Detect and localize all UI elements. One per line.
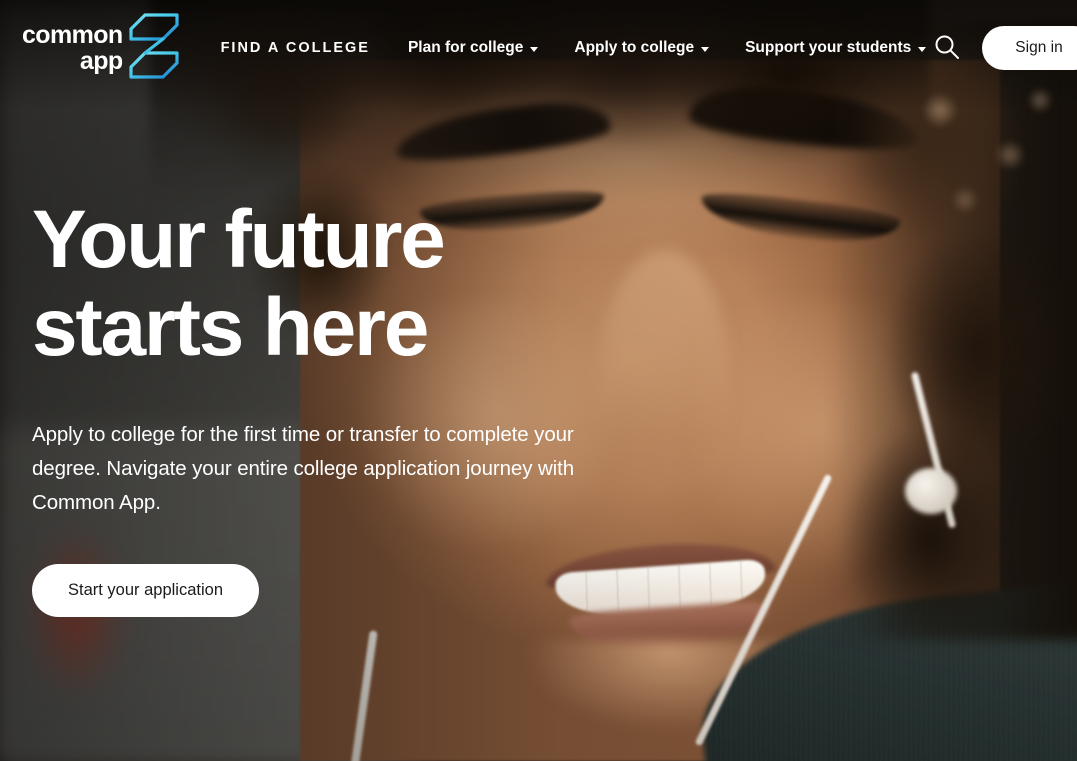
common-app-homepage: common app FIND A COLLEGE Plan for colle… <box>0 0 1077 761</box>
site-header: common app FIND A COLLEGE Plan for colle… <box>0 0 1077 96</box>
hero-subtitle: Apply to college for the first time or t… <box>32 423 575 514</box>
nav-item-plan-for-college[interactable]: Plan for college <box>407 33 539 63</box>
logo-word-app: app <box>79 46 123 75</box>
chevron-down-icon <box>918 47 927 52</box>
hero-title: Your future starts here <box>32 196 652 372</box>
common-app-ribbon-logo-icon <box>127 12 183 85</box>
hero-title-line-2: starts here <box>32 282 429 373</box>
hero-title-line-1: Your future <box>32 194 446 285</box>
header-actions: Sign in <box>926 26 1077 70</box>
nav-label-plan-for-college: Plan for college <box>407 39 524 56</box>
search-button[interactable] <box>926 27 968 69</box>
hero-section: Your future starts here Apply to college… <box>32 196 652 617</box>
nav-label-support-your-students: Support your students <box>745 39 912 56</box>
common-app-logo[interactable]: common app <box>22 11 183 85</box>
nav-item-support-your-students[interactable]: Support your students <box>745 33 927 63</box>
logo-word-common: common <box>22 20 123 49</box>
sign-in-button[interactable]: Sign in <box>982 26 1077 70</box>
search-icon <box>933 33 961 64</box>
logo-wordmark: common app <box>22 20 123 75</box>
nav-item-apply-to-college[interactable]: Apply to college <box>574 33 710 63</box>
nav-item-find-a-college[interactable]: FIND A COLLEGE <box>219 34 372 62</box>
primary-navigation: FIND A COLLEGE Plan for college Apply to… <box>219 33 927 63</box>
chevron-down-icon <box>701 47 710 52</box>
nav-label-apply-to-college: Apply to college <box>574 39 695 56</box>
chevron-down-icon <box>530 47 539 52</box>
start-your-application-button[interactable]: Start your application <box>32 564 260 617</box>
